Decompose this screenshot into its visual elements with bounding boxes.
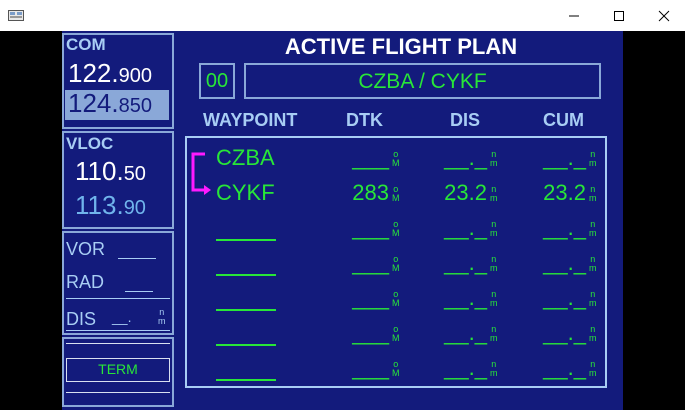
waypoint-id: CZBA <box>216 145 275 170</box>
cum-unit: n m <box>589 359 597 378</box>
dtk-value: ___ <box>352 320 389 345</box>
header-dtk: DTK <box>346 110 383 130</box>
vloc-active-frequency[interactable]: 110.50 <box>75 156 146 187</box>
dis-value: __. <box>112 309 132 325</box>
flight-plan-name: CZBA / CYKF <box>358 70 487 93</box>
cum-value: __._ <box>543 320 586 345</box>
dis-unit: n m <box>158 307 166 326</box>
rad-blank <box>125 291 153 292</box>
waypoint-id: CYKF <box>216 180 275 205</box>
window-titlebar <box>0 0 685 31</box>
vor-blank <box>118 258 156 259</box>
waypoint-blank <box>216 309 276 311</box>
cum-value: __._ <box>543 250 586 275</box>
vloc-standby-mhz: 113. <box>75 190 124 220</box>
dtk-unit: o M <box>392 219 400 238</box>
dis-value: 23.2 <box>444 180 487 205</box>
dis-value: __._ <box>444 250 487 275</box>
cum-value: __._ <box>543 355 586 380</box>
com-active-mhz: 122. <box>68 58 119 88</box>
cdi-scale-label: TERM <box>98 361 138 377</box>
header-dis: DIS <box>450 110 481 130</box>
dis-unit: n m <box>490 184 498 203</box>
dtk-unit: o M <box>392 359 400 378</box>
cum-unit: n m <box>589 254 597 273</box>
waypoint-blank <box>216 344 276 346</box>
maximize-button[interactable] <box>596 0 642 31</box>
cum-unit: n m <box>589 184 597 203</box>
minimize-button[interactable] <box>551 0 597 31</box>
vor-divider <box>66 298 170 299</box>
cum-unit: n m <box>589 219 597 238</box>
vloc-label: VLOC <box>66 134 114 153</box>
waypoint-blank <box>216 379 276 381</box>
dtk-value: 283 <box>352 180 389 205</box>
dis-unit: n m <box>490 149 498 168</box>
cum-value: __._ <box>543 145 586 170</box>
waypoint-blank <box>216 274 276 276</box>
dtk-value: ___ <box>352 250 389 275</box>
close-icon <box>658 10 670 22</box>
cum-value: 23.2 <box>543 180 586 205</box>
vor-label: VOR <box>66 239 106 259</box>
com-standby-frequency[interactable]: 124.850 <box>68 88 152 119</box>
dis-value: __._ <box>444 215 487 240</box>
active-leg-arrow-icon <box>191 152 211 195</box>
header-cum: CUM <box>543 110 584 130</box>
cum-unit: n m <box>589 149 597 168</box>
dis-unit: n m <box>490 324 498 343</box>
waypoint-blank <box>216 239 276 241</box>
dis-label: DIS <box>66 309 97 329</box>
term-top-line <box>66 343 170 344</box>
dtk-unit: o M <box>392 184 400 203</box>
com-active-frequency[interactable]: 122.900 <box>68 58 152 89</box>
rad-label: RAD <box>66 272 105 292</box>
dtk-unit: o M <box>392 254 400 273</box>
dis-value: __._ <box>444 145 487 170</box>
dtk-value: ___ <box>352 355 389 380</box>
page-title: ACTIVE FLIGHT PLAN <box>284 34 518 59</box>
com-label: COM <box>66 35 106 54</box>
dtk-unit: o M <box>392 149 400 168</box>
dtk-unit: o M <box>392 324 400 343</box>
app-icon <box>8 10 24 21</box>
dtk-value: ___ <box>352 215 389 240</box>
com-standby-khz: 850 <box>118 95 152 117</box>
cum-value: __._ <box>543 285 586 310</box>
close-button[interactable] <box>641 0 685 31</box>
cum-value: __._ <box>543 215 586 240</box>
vor-bottom-divider <box>66 330 170 331</box>
dis-unit: n m <box>490 359 498 378</box>
maximize-icon <box>614 11 624 21</box>
vloc-active-khz: 50 <box>123 163 146 185</box>
dis-value: __._ <box>444 320 487 345</box>
dis-unit: n m <box>490 289 498 308</box>
term-bottom-line <box>66 392 170 393</box>
dtk-value: ___ <box>352 285 389 310</box>
flight-plan-number: 00 <box>205 70 229 92</box>
dis-unit: n m <box>490 254 498 273</box>
com-standby-mhz: 124. <box>68 88 119 118</box>
header-waypoint: WAYPOINT <box>203 110 298 130</box>
dis-value: __._ <box>444 355 487 380</box>
cum-unit: n m <box>589 324 597 343</box>
vloc-standby-frequency[interactable]: 113.90 <box>75 190 146 221</box>
com-active-khz: 900 <box>118 65 152 87</box>
dtk-unit: o M <box>392 289 400 308</box>
dis-unit: n m <box>490 219 498 238</box>
vloc-standby-khz: 90 <box>123 197 146 219</box>
dtk-value: ___ <box>352 145 389 170</box>
vloc-active-mhz: 110. <box>75 156 124 186</box>
cum-unit: n m <box>589 289 597 308</box>
minimize-icon <box>569 15 579 17</box>
dis-value: __._ <box>444 285 487 310</box>
